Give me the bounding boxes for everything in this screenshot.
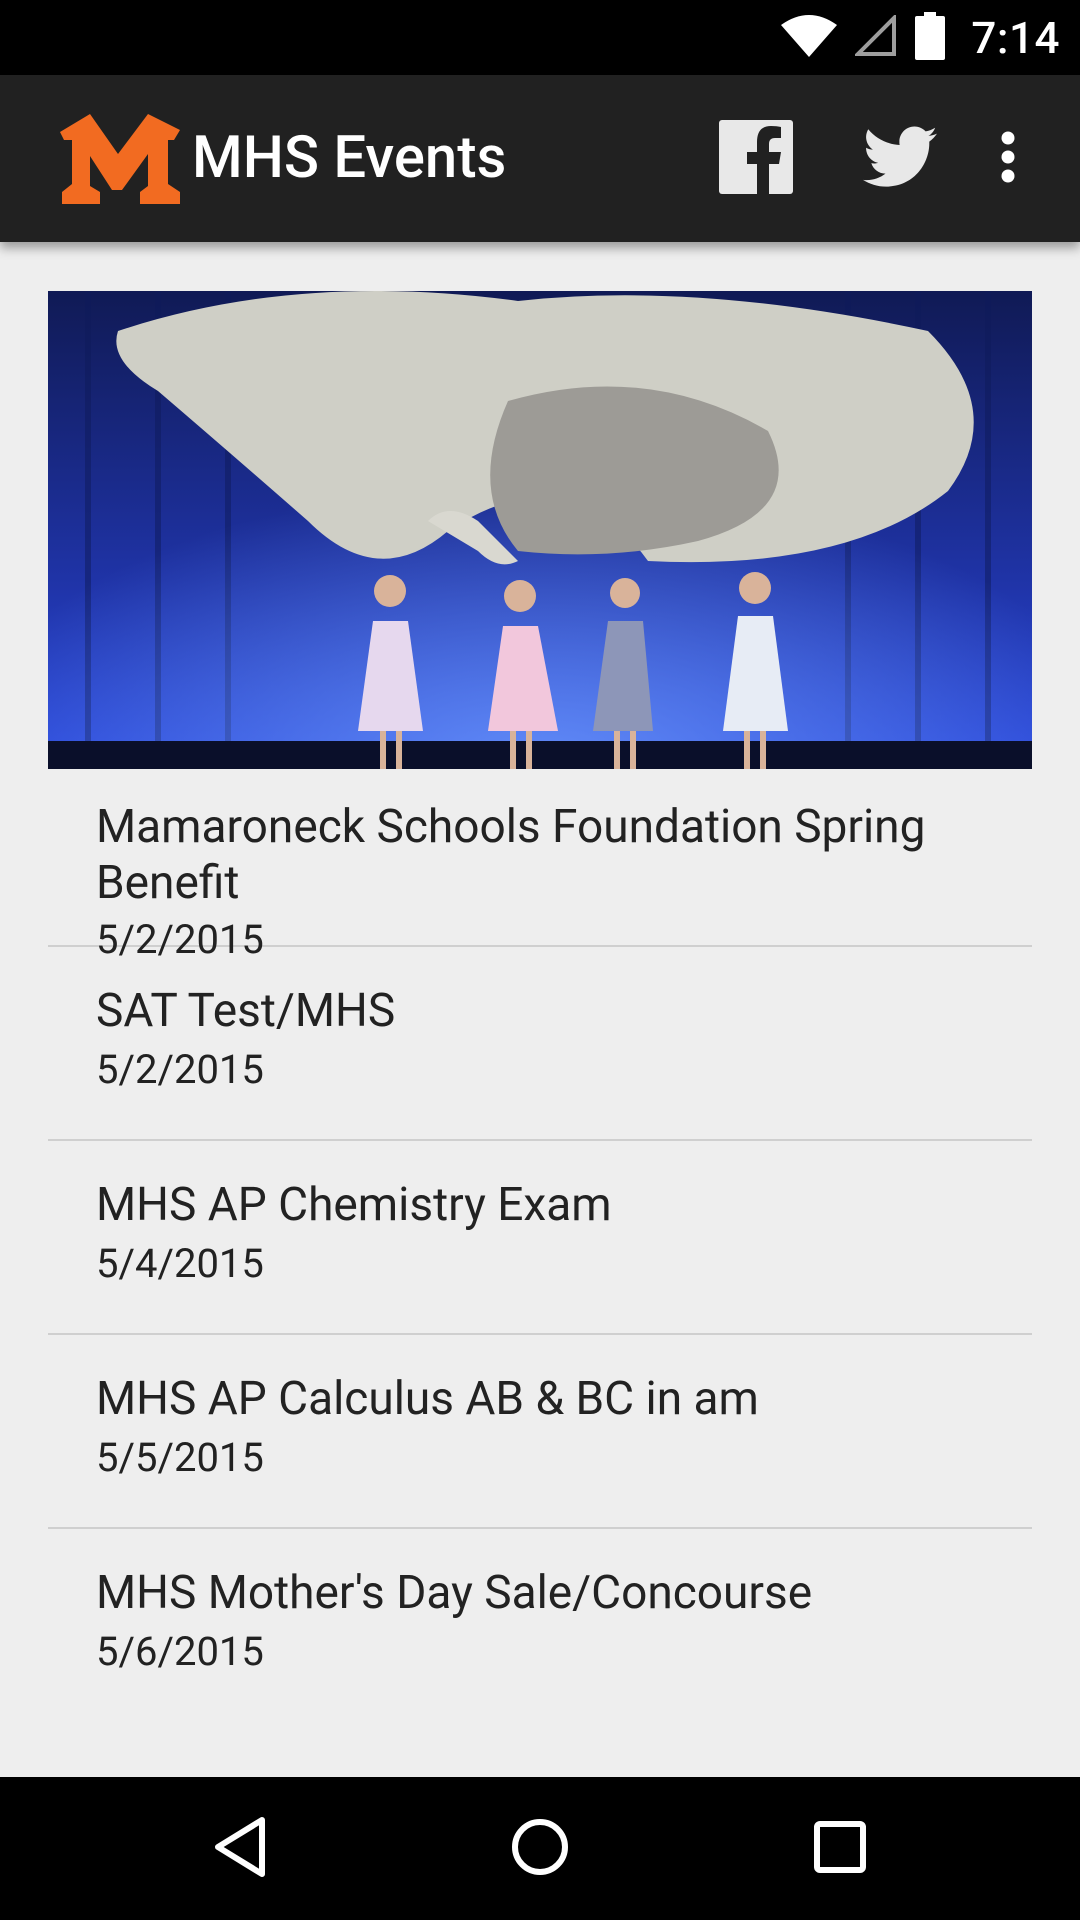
event-list-item[interactable]: SAT Test/MHS 5/2/2015 <box>48 947 1032 1141</box>
event-list: Mamaroneck Schools Foundation Spring Ben… <box>48 769 1032 1723</box>
back-button[interactable] <box>204 1813 276 1885</box>
home-icon <box>511 1818 569 1880</box>
event-title: MHS AP Calculus AB & BC in am <box>96 1372 759 1426</box>
event-list-item[interactable]: MHS AP Calculus AB & BC in am 5/5/2015 <box>48 1335 1032 1529</box>
recents-button[interactable] <box>804 1813 876 1885</box>
event-title: Mamaroneck Schools Foundation Spring Ben… <box>96 800 926 910</box>
cell-signal-icon <box>853 12 897 61</box>
event-list-content: Mamaroneck Schools Foundation Spring Ben… <box>0 242 1080 1777</box>
system-nav-bar <box>0 1777 1080 1920</box>
overflow-menu-button[interactable] <box>988 120 1028 198</box>
event-title: MHS Mother's Day Sale/Concourse <box>96 1566 813 1620</box>
event-list-item[interactable]: MHS AP Chemistry Exam 5/4/2015 <box>48 1141 1032 1335</box>
recents-icon <box>814 1821 866 1877</box>
event-title: SAT Test/MHS <box>96 984 396 1038</box>
event-date: 5/6/2015 <box>96 1628 264 1675</box>
battery-icon <box>915 11 946 64</box>
twitter-icon <box>863 126 937 192</box>
app-bar: MHS Events <box>0 75 1080 242</box>
status-bar: 7:14 <box>0 0 1080 75</box>
twitter-button[interactable] <box>860 120 940 198</box>
event-date: 5/4/2015 <box>96 1240 264 1287</box>
event-list-item[interactable]: MHS Mother's Day Sale/Concourse 5/6/2015 <box>48 1529 1032 1723</box>
mhs-logo <box>56 110 186 208</box>
facebook-button[interactable] <box>718 120 794 198</box>
featured-event-image[interactable] <box>48 291 1032 769</box>
app-title: MHS Events <box>192 124 507 192</box>
status-icons: 7:14 <box>781 0 1060 75</box>
event-date: 5/2/2015 <box>96 1046 264 1093</box>
more-vert-icon <box>1000 131 1016 187</box>
event-title: MHS AP Chemistry Exam <box>96 1178 612 1232</box>
home-button[interactable] <box>504 1813 576 1885</box>
status-time: 7:14 <box>971 11 1060 64</box>
facebook-icon <box>719 120 793 198</box>
event-list-item[interactable]: Mamaroneck Schools Foundation Spring Ben… <box>48 769 1032 963</box>
wifi-icon <box>781 14 838 61</box>
event-date: 5/5/2015 <box>96 1434 264 1481</box>
back-icon <box>212 1816 268 1882</box>
